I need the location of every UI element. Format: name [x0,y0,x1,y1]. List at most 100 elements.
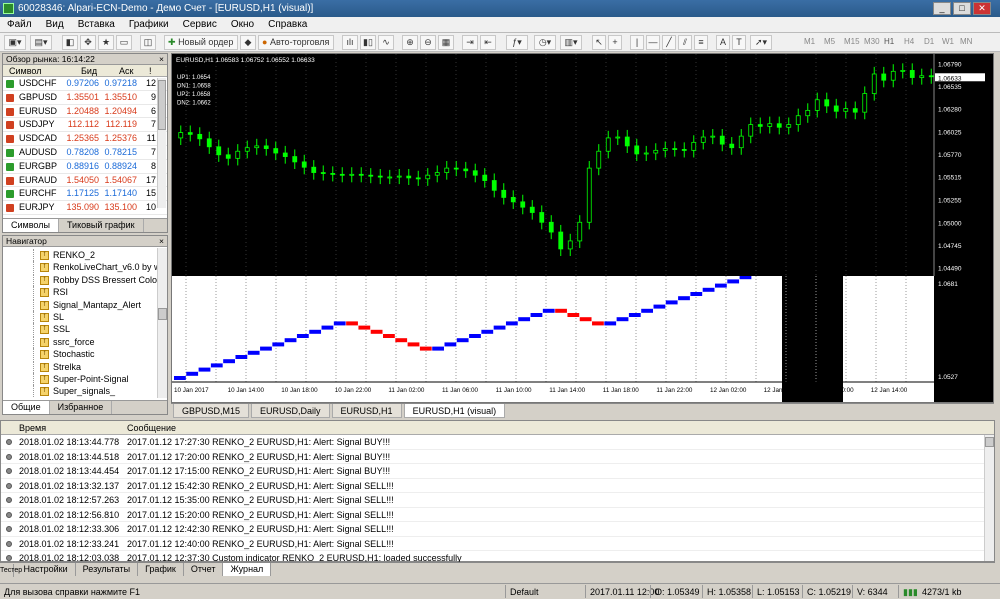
tester-icon[interactable]: ◫ [140,35,156,50]
navigator-icon[interactable]: ★ [98,35,114,50]
minimize-button[interactable]: _ [933,2,951,15]
indicators-icon[interactable]: ƒ▾ [506,35,528,50]
periods-icon[interactable]: ◷▾ [534,35,556,50]
close-icon[interactable]: × [159,236,164,247]
tab-symbols[interactable]: Символы [3,219,59,232]
metaeditor-icon[interactable]: ◆ [240,35,256,50]
tf-m1[interactable]: M1 [804,37,815,46]
line-chart-icon[interactable]: ∿ [378,35,394,50]
tf-d1[interactable]: D1 [924,37,934,46]
crosshair-icon[interactable]: + [608,35,622,50]
tab-results[interactable]: Результаты [76,563,139,576]
tf-h1[interactable]: H1 [884,37,894,46]
market-watch-row[interactable]: USDCHF 0.97206 0.97218 12 [3,77,167,91]
col-symbol[interactable]: Символ [9,65,41,77]
data-window-icon[interactable]: ✥ [80,35,96,50]
tf-m5[interactable]: M5 [824,37,835,46]
journal-row[interactable]: 2018.01.02 18:12:33.241 2017.01.12 12:40:… [1,537,994,551]
tf-m30[interactable]: M30 [864,37,880,46]
autotrade-button[interactable]: ● Авто-торговля [258,35,334,50]
market-watch-row[interactable]: EURGBP 0.88916 0.88924 8 [3,160,167,174]
new-order-button[interactable]: ✚ Новый ордер [164,35,238,50]
fibonacci-icon[interactable]: ≡ [694,35,708,50]
bar-chart-icon[interactable]: ılı [342,35,358,50]
zoom-out-icon[interactable]: ⊖ [420,35,436,50]
scroll-thumb[interactable] [985,437,994,447]
close-button[interactable]: ✕ [973,2,991,15]
navigator-item[interactable]: f Super_signals_ [3,385,167,398]
candle-chart-icon[interactable]: ▮▯ [360,35,376,50]
market-watch-row[interactable]: AUDUSD 0.78208 0.78215 7 [3,146,167,160]
tile-windows-icon[interactable]: ▦ [438,35,454,50]
new-chart-icon[interactable]: ▣▾ [4,35,26,50]
market-watch-row[interactable]: EURUSD 1.20488 1.20494 6 [3,105,167,119]
navigator-item[interactable]: f Strelka [3,360,167,373]
navigator-item[interactable]: f SSL [3,323,167,336]
market-watch-row[interactable]: USDCAD 1.25365 1.25376 11 [3,132,167,146]
navigator-item[interactable]: f RenkoLiveChart_v6.0 by www [3,261,167,274]
journal-row[interactable]: 2018.01.02 18:12:57.263 2017.01.12 15:35:… [1,493,994,508]
market-watch-row[interactable]: EURAUD 1.54050 1.54067 17 [3,174,167,188]
menu-item[interactable]: Файл [0,17,39,33]
equidistant-channel-icon[interactable]: ⫽ [678,35,692,50]
col-spread[interactable]: ! [149,65,152,77]
price-chart[interactable]: 1.06790 1.06633 1.06535 1.06280 1.06025 1.057… [172,54,993,276]
tab-eurusd-h1[interactable]: EURUSD,H1 [331,404,402,418]
autoscroll-icon[interactable]: ⇥ [462,35,478,50]
profiles-icon[interactable]: ▤▾ [30,35,52,50]
market-watch-row[interactable]: EURJPY 135.090 135.100 10 [3,201,167,215]
navigator-item[interactable]: f RENKO_2 [3,249,167,261]
cursor-icon[interactable]: ↖ [592,35,606,50]
navigator-item[interactable]: f SL [3,310,167,323]
tf-m15[interactable]: M15 [844,37,860,46]
menu-item[interactable]: Окно [224,17,261,33]
tf-w1[interactable]: W1 [942,37,954,46]
market-watch-row[interactable]: USDJPY 112.112 112.119 7 [3,118,167,133]
close-icon[interactable]: × [159,54,164,65]
scroll-thumb[interactable] [158,80,166,130]
menu-item[interactable]: Вид [39,17,71,33]
tab-gbpusd-m15[interactable]: GBPUSD,M15 [173,404,250,418]
renko-indicator-window[interactable]: 1.0681 1.0527 10 Jan 2017 10 Jan 14:00 10 Ja… [172,276,993,402]
arrows-icon[interactable]: ➚▾ [750,35,772,50]
zoom-in-icon[interactable]: ⊕ [402,35,418,50]
trendline-icon[interactable]: ╱ [662,35,676,50]
journal-row[interactable]: 2018.01.02 18:13:32.137 2017.01.12 15:42:… [1,479,994,493]
tf-mn[interactable]: MN [960,37,972,46]
chart-window[interactable]: 1.06790 1.06633 1.06535 1.06280 1.06025 1.057… [171,53,994,403]
tab-eurusd-h1-visual[interactable]: EURUSD,H1 (visual) [403,404,506,418]
tab-report[interactable]: Отчет [184,563,224,576]
market-watch-icon[interactable]: ◧ [62,35,78,50]
col-time[interactable]: Время [19,421,46,435]
journal-scrollbar[interactable] [984,435,994,561]
text-icon[interactable]: A [716,35,730,50]
chart-shift-icon[interactable]: ⇤ [480,35,496,50]
text-label-icon[interactable]: T [732,35,746,50]
maximize-button[interactable]: □ [953,2,971,15]
journal-row[interactable]: 2018.01.02 18:12:33.306 2017.01.12 12:42:… [1,522,994,537]
tab-tick-chart[interactable]: Тиковый график [59,219,144,232]
tab-journal[interactable]: Журнал [223,563,272,576]
journal-row[interactable]: 2018.01.02 18:12:56.810 2017.01.12 15:20:… [1,508,994,522]
col-message[interactable]: Сообщение [127,421,176,435]
menu-item[interactable]: Графики [122,17,176,33]
tab-favorites[interactable]: Избранное [50,401,113,414]
terminal-icon[interactable]: ▭ [116,35,132,50]
tf-h4[interactable]: H4 [904,37,914,46]
market-watch-row[interactable]: GBPUSD 1.35501 1.35510 9 [3,91,167,105]
navigator-item[interactable]: f RSI [3,286,167,299]
horizontal-line-icon[interactable]: — [646,35,660,50]
navigator-item[interactable]: f Signal_Mantapz_Alert [3,298,167,311]
journal-row[interactable]: 2018.01.02 18:13:44.778 2017.01.12 17:27:… [1,435,994,450]
journal-row[interactable]: 2018.01.02 18:13:44.454 2017.01.12 17:15:… [1,464,994,479]
tab-eurusd-daily[interactable]: EURUSD,Daily [251,404,330,418]
vertical-line-icon[interactable]: | [630,35,644,50]
col-ask[interactable]: Аск [119,65,133,77]
navigator-item[interactable]: f Robby DSS Bressert Colored [3,273,167,286]
market-watch-scrollbar[interactable] [157,78,166,208]
navigator-item[interactable]: f ssrc_force [3,335,167,348]
navigator-scrollbar[interactable] [157,248,167,398]
scroll-thumb[interactable] [158,308,167,320]
journal-row[interactable]: 2018.01.02 18:13:44.518 2017.01.12 17:20:… [1,450,994,464]
tab-general[interactable]: Общие [3,401,50,414]
